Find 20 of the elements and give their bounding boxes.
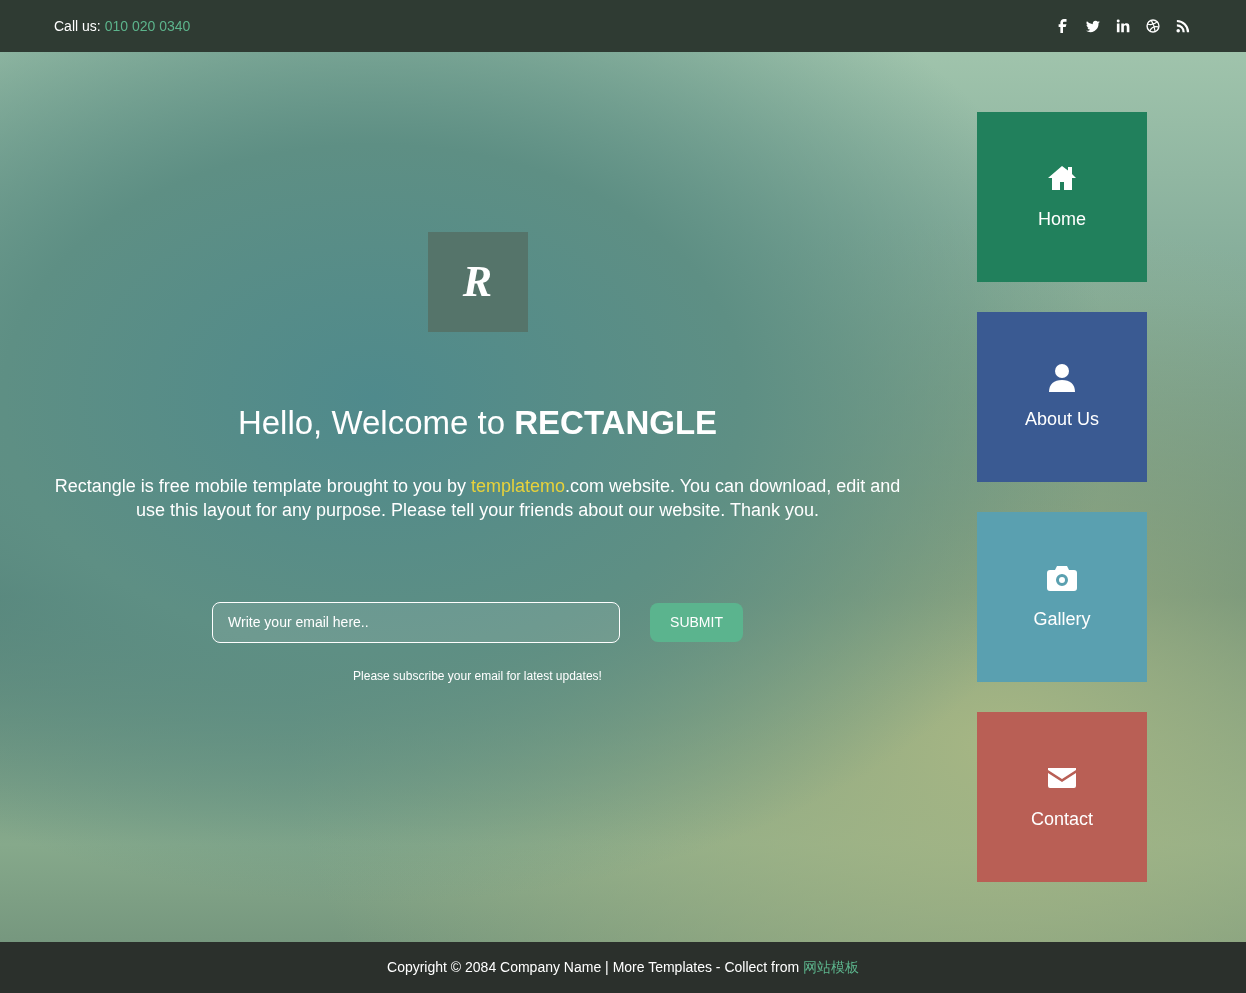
facebook-icon[interactable] (1056, 19, 1070, 33)
linkedin-icon[interactable] (1116, 19, 1130, 33)
ball-icon[interactable] (1146, 19, 1160, 33)
site-link[interactable]: 网站模板 (803, 959, 859, 975)
intro-paragraph: Rectangle is free mobile template brought to you by templatemo.com website. You can download, edit and use this layout for any purpose. Please tell your friends about our website. Thank you. (53, 474, 902, 522)
templatemo-link[interactable]: templatemo (470, 475, 565, 496)
logo: R (427, 232, 528, 332)
copyright-text: Copyright © 2084 Company Name | More Templates - Collect from 网站模板 (387, 958, 859, 977)
welcome-heading: Hello, Welcome to RECTANGLE (237, 403, 718, 443)
phone-link[interactable]: 010 020 0340 (104, 15, 191, 37)
email-field[interactable]: Write your email here.. (212, 601, 621, 643)
submit-button[interactable]: SUBMIT (650, 602, 743, 642)
nav-tile[interactable]: Gallery (977, 512, 1147, 682)
nav-tile[interactable]: Home (977, 112, 1147, 282)
bird-icon[interactable] (1086, 19, 1100, 33)
nav-tile[interactable]: About Us (977, 312, 1147, 482)
call-label: Call us: (54, 16, 101, 36)
rss-icon[interactable] (1176, 19, 1190, 33)
nav-tile[interactable]: Contact (977, 712, 1147, 882)
subscribe-note: Please subscribe your email for latest updates! (353, 667, 602, 685)
